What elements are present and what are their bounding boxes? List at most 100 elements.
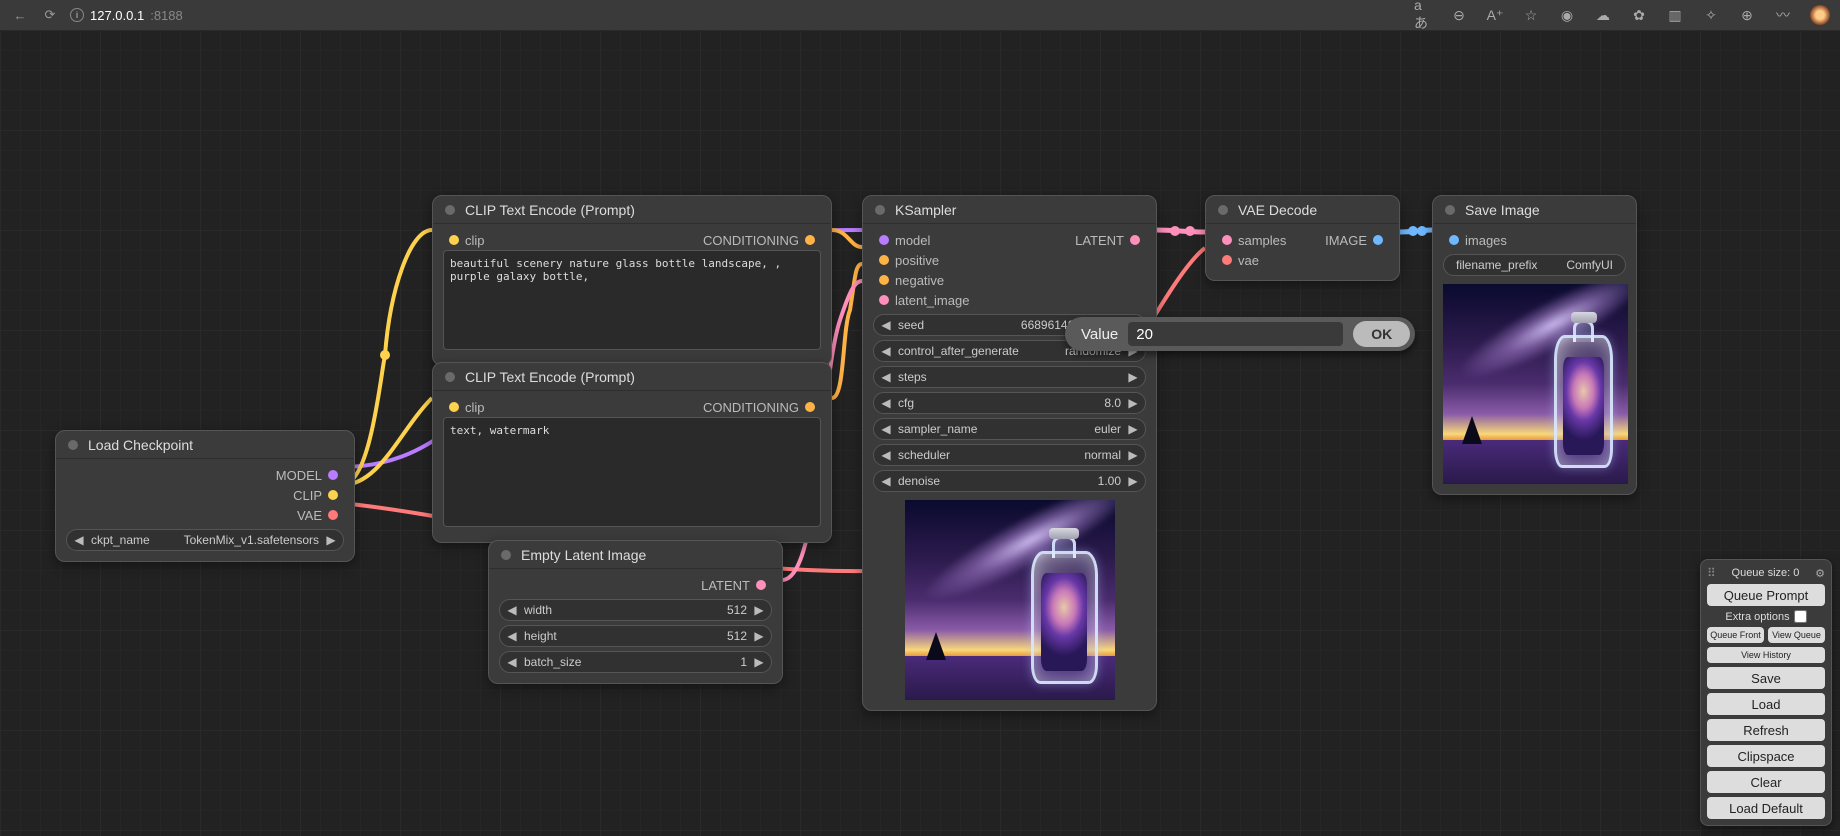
input-socket-latent-image[interactable]: [879, 295, 889, 305]
favorites-bar-icon[interactable]: ✧: [1702, 6, 1720, 24]
widget-ckpt-name[interactable]: ◀ ckpt_name TokenMix_v1.safetensors ▶: [66, 529, 344, 551]
arrow-right-icon[interactable]: ▶: [1127, 474, 1139, 488]
widget-steps[interactable]: ◀steps▶: [873, 366, 1146, 388]
widget-height[interactable]: ◀height512▶: [499, 625, 772, 647]
load-default-button[interactable]: Load Default: [1707, 797, 1825, 819]
node-load-checkpoint[interactable]: Load Checkpoint MODEL CLIP VAE ◀ ckpt_na…: [55, 430, 355, 562]
arrow-right-icon[interactable]: ▶: [753, 655, 765, 669]
node-header[interactable]: CLIP Text Encode (Prompt): [433, 363, 831, 391]
arrow-right-icon[interactable]: ▶: [325, 533, 337, 547]
load-button[interactable]: Load: [1707, 693, 1825, 715]
input-socket-clip[interactable]: [449, 235, 459, 245]
arrow-right-icon[interactable]: ▶: [1127, 396, 1139, 410]
drag-handle-icon[interactable]: ⠿: [1707, 566, 1716, 580]
profile-avatar[interactable]: [1810, 5, 1830, 25]
translate-icon[interactable]: aあ: [1414, 6, 1432, 24]
node-empty-latent[interactable]: Empty Latent Image LATENT ◀width512▶ ◀he…: [488, 540, 783, 684]
node-clip-encode-negative[interactable]: CLIP Text Encode (Prompt) clip CONDITION…: [432, 362, 832, 543]
view-history-button[interactable]: View History: [1707, 647, 1825, 663]
popup-value-input[interactable]: [1128, 322, 1343, 346]
split-icon[interactable]: ▥: [1666, 6, 1684, 24]
node-header[interactable]: CLIP Text Encode (Prompt): [433, 196, 831, 224]
collapse-dot-icon[interactable]: [501, 550, 511, 560]
output-socket-image[interactable]: [1373, 235, 1383, 245]
arrow-left-icon[interactable]: ◀: [880, 370, 892, 384]
node-ksampler[interactable]: KSampler model LATENT positive negative …: [862, 195, 1157, 711]
settings-gear-icon[interactable]: ⚙: [1815, 567, 1825, 580]
arrow-right-icon[interactable]: ▶: [1127, 422, 1139, 436]
favorite-icon[interactable]: ☆: [1522, 6, 1540, 24]
ext1-icon[interactable]: ◉: [1558, 6, 1576, 24]
output-socket-conditioning[interactable]: [805, 235, 815, 245]
node-header[interactable]: VAE Decode: [1206, 196, 1399, 224]
arrow-right-icon[interactable]: ▶: [753, 603, 765, 617]
arrow-left-icon[interactable]: ◀: [506, 629, 518, 643]
arrow-right-icon[interactable]: ▶: [753, 629, 765, 643]
zoom-icon[interactable]: ⊖: [1450, 6, 1468, 24]
arrow-left-icon[interactable]: ◀: [73, 533, 85, 547]
output-socket-latent[interactable]: [1130, 235, 1140, 245]
collapse-dot-icon[interactable]: [875, 205, 885, 215]
node-vae-decode[interactable]: VAE Decode samples IMAGE vae: [1205, 195, 1400, 281]
node-header[interactable]: Load Checkpoint: [56, 431, 354, 459]
input-socket-samples[interactable]: [1222, 235, 1232, 245]
address-bar[interactable]: i 127.0.0.1:8188: [70, 8, 183, 23]
widget-cfg[interactable]: ◀cfg8.0▶: [873, 392, 1146, 414]
popup-ok-button[interactable]: OK: [1353, 321, 1410, 347]
widget-denoise[interactable]: ◀denoise1.00▶: [873, 470, 1146, 492]
node-header[interactable]: KSampler: [863, 196, 1156, 224]
prompt-textarea[interactable]: [443, 417, 821, 527]
ext2-icon[interactable]: ☁: [1594, 6, 1612, 24]
node-header[interactable]: Save Image: [1433, 196, 1636, 224]
node-clip-encode-positive[interactable]: CLIP Text Encode (Prompt) clip CONDITION…: [432, 195, 832, 366]
clear-button[interactable]: Clear: [1707, 771, 1825, 793]
collapse-dot-icon[interactable]: [1218, 205, 1228, 215]
collapse-dot-icon[interactable]: [1445, 205, 1455, 215]
read-aloud-icon[interactable]: A⁺: [1486, 6, 1504, 24]
arrow-left-icon[interactable]: ◀: [880, 344, 892, 358]
arrow-left-icon[interactable]: ◀: [506, 603, 518, 617]
node-header[interactable]: Empty Latent Image: [489, 541, 782, 569]
performance-icon[interactable]: 〰: [1774, 6, 1792, 24]
output-socket-latent[interactable]: [756, 580, 766, 590]
input-socket-vae[interactable]: [1222, 255, 1232, 265]
node-canvas[interactable]: Load Checkpoint MODEL CLIP VAE ◀ ckpt_na…: [0, 30, 1840, 836]
arrow-left-icon[interactable]: ◀: [880, 396, 892, 410]
output-socket-clip[interactable]: [328, 490, 338, 500]
arrow-left-icon[interactable]: ◀: [880, 474, 892, 488]
input-socket-model[interactable]: [879, 235, 889, 245]
site-info-icon[interactable]: i: [70, 8, 84, 22]
collapse-dot-icon[interactable]: [445, 372, 455, 382]
output-socket-conditioning[interactable]: [805, 402, 815, 412]
collapse-dot-icon[interactable]: [445, 205, 455, 215]
input-socket-negative[interactable]: [879, 275, 889, 285]
widget-batch-size[interactable]: ◀batch_size1▶: [499, 651, 772, 673]
input-socket-clip[interactable]: [449, 402, 459, 412]
queue-prompt-button[interactable]: Queue Prompt: [1707, 584, 1825, 606]
widget-scheduler[interactable]: ◀schedulernormal▶: [873, 444, 1146, 466]
input-socket-positive[interactable]: [879, 255, 889, 265]
widget-width[interactable]: ◀width512▶: [499, 599, 772, 621]
arrow-right-icon[interactable]: ▶: [1127, 370, 1139, 384]
clipspace-button[interactable]: Clipspace: [1707, 745, 1825, 767]
back-button[interactable]: ←: [10, 5, 30, 25]
widget-filename-prefix[interactable]: filename_prefixComfyUI: [1443, 254, 1626, 276]
collections-icon[interactable]: ⊕: [1738, 6, 1756, 24]
extra-options-checkbox[interactable]: [1794, 610, 1807, 623]
input-socket-images[interactable]: [1449, 235, 1459, 245]
arrow-left-icon[interactable]: ◀: [880, 448, 892, 462]
arrow-left-icon[interactable]: ◀: [880, 318, 892, 332]
widget-sampler-name[interactable]: ◀sampler_nameeuler▶: [873, 418, 1146, 440]
output-socket-vae[interactable]: [328, 510, 338, 520]
prompt-textarea[interactable]: [443, 250, 821, 350]
node-save-image[interactable]: Save Image images filename_prefixComfyUI: [1432, 195, 1637, 495]
arrow-left-icon[interactable]: ◀: [880, 422, 892, 436]
collapse-dot-icon[interactable]: [68, 440, 78, 450]
arrow-right-icon[interactable]: ▶: [1127, 448, 1139, 462]
queue-front-button[interactable]: Queue Front: [1707, 627, 1764, 643]
view-queue-button[interactable]: View Queue: [1768, 627, 1825, 643]
control-panel[interactable]: ⠿ Queue size: 0 ⚙ Queue Prompt Extra opt…: [1700, 559, 1832, 826]
arrow-left-icon[interactable]: ◀: [506, 655, 518, 669]
refresh-button[interactable]: ⟳: [40, 5, 60, 25]
extensions-icon[interactable]: ✿: [1630, 6, 1648, 24]
